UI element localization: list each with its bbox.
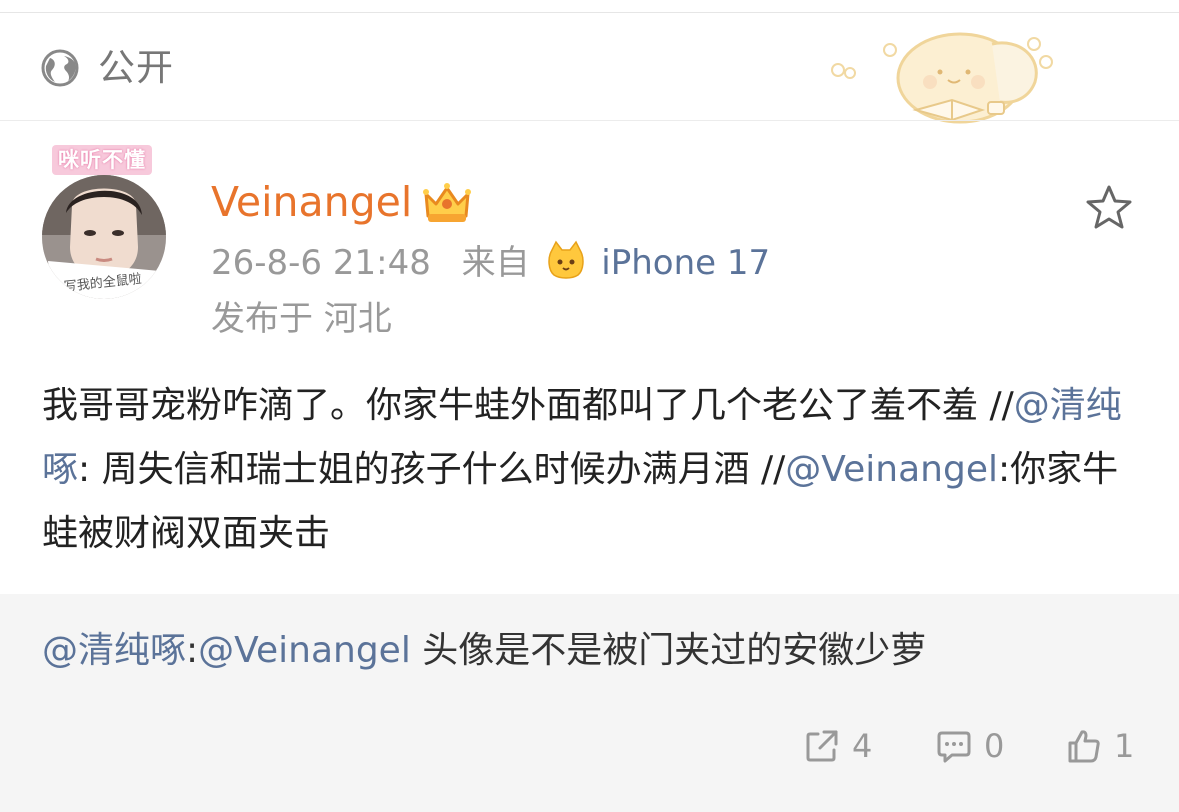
mention-link[interactable]: @清纯啄: [42, 630, 186, 671]
source-prefix: 来自: [461, 243, 530, 283]
visibility-label[interactable]: 公开: [98, 44, 174, 92]
like-count: 1: [1114, 727, 1135, 765]
reply-separator: :: [186, 630, 199, 671]
like-button[interactable]: 1: [1066, 722, 1134, 770]
comment-count: 0: [984, 727, 1005, 765]
share-count: 4: [852, 727, 873, 765]
comment-button[interactable]: 0: [936, 722, 1004, 770]
timestamp: 26-8-6 21:48: [211, 243, 431, 283]
reposted-comment: @清纯啄:@Veinangel 头像是不是被门夹过的安徽少萝: [42, 622, 926, 680]
star-icon[interactable]: [1083, 182, 1135, 234]
device-link[interactable]: iPhone 17: [601, 243, 770, 283]
avatar-image: 写我的全鼠啦: [42, 175, 166, 299]
mention-link[interactable]: @Veinangel: [785, 449, 998, 490]
content-text: 我哥哥宠粉咋滴了。你家牛蛙外面都叫了几个老公了羞不羞 //: [42, 385, 1014, 426]
mention-link[interactable]: @Veinangel: [198, 630, 411, 671]
divider: [0, 120, 1179, 121]
reply-text: 头像是不是被门夹过的安徽少萝: [410, 630, 927, 671]
cat-emoji-icon: [548, 240, 585, 279]
comment-icon: [937, 731, 971, 763]
crown-icon[interactable]: [420, 180, 474, 226]
post-content: 我哥哥宠粉咋滴了。你家牛蛙外面都叫了几个老公了羞不羞 //@清纯啄: 周失信和瑞…: [42, 374, 1142, 566]
globe-icon: [41, 49, 79, 87]
hamster-reading-illustration: [831, 32, 1053, 124]
avatar[interactable]: 写我的全鼠啦 咪听不懂: [40, 145, 170, 299]
fan-badge: 咪听不懂: [52, 145, 152, 175]
thumbs-up-icon: [1068, 730, 1100, 763]
share-button[interactable]: 4: [804, 722, 872, 770]
share-icon: [806, 730, 838, 762]
username[interactable]: Veinangel: [211, 176, 412, 228]
content-text: : 周失信和瑞士姐的孩子什么时候办满月酒 //: [78, 449, 786, 490]
post-meta: 26-8-6 21:48 来自 iPhone 17: [211, 240, 770, 286]
post-location: 发布于 河北: [211, 299, 392, 339]
